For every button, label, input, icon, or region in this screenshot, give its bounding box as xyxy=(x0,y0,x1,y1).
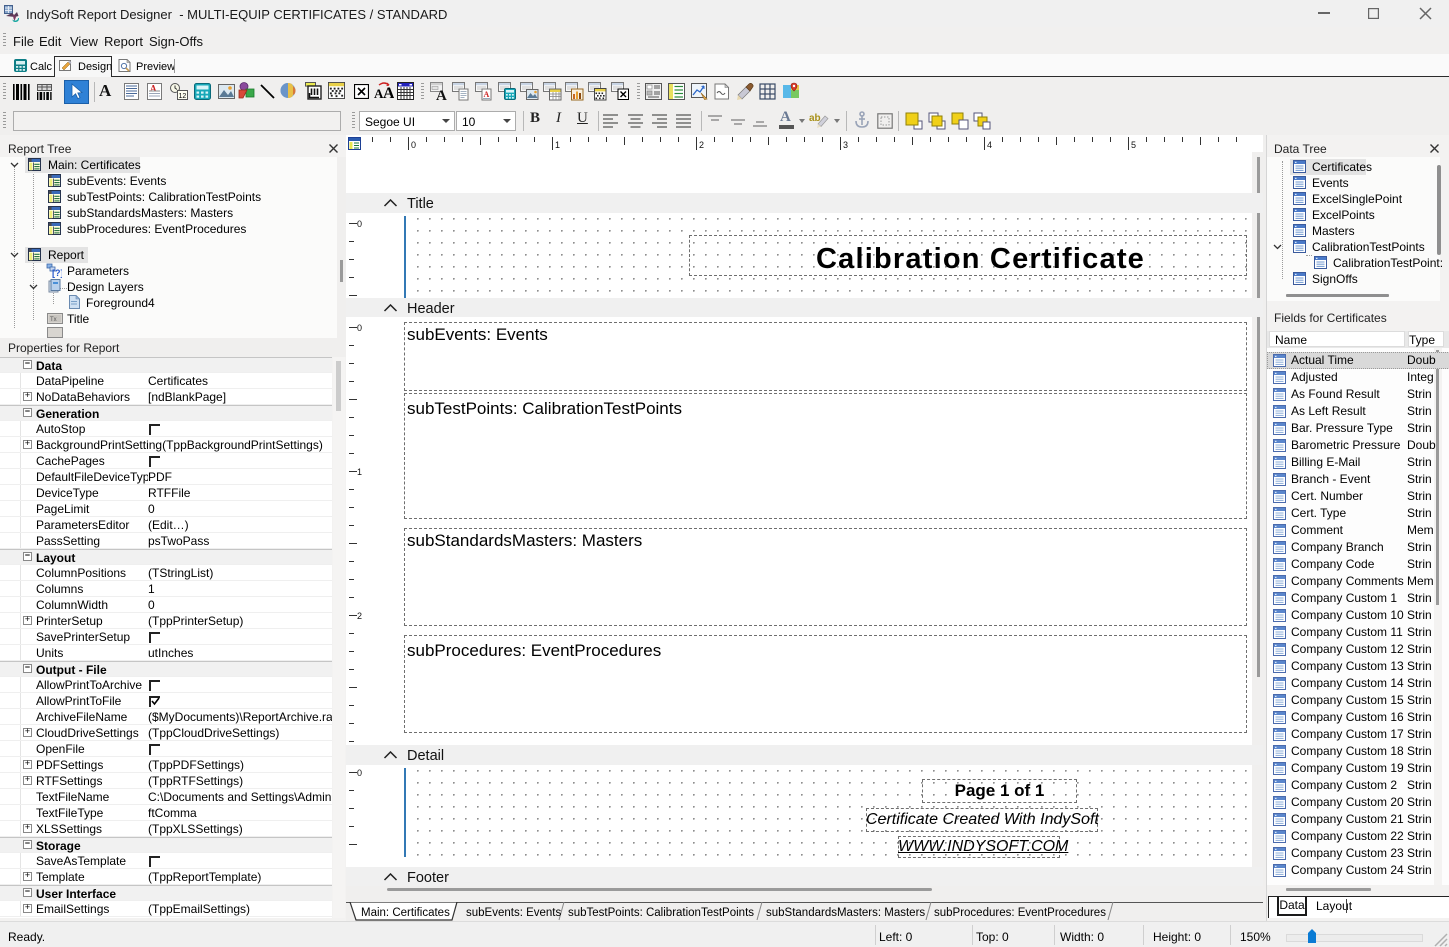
svg-text:subTestPoints: CalibrationTest: subTestPoints: CalibrationTestPoints xyxy=(568,907,754,919)
svg-text:12: 12 xyxy=(179,93,187,100)
svg-text:ab: ab xyxy=(809,113,821,124)
svg-text:[?]: [?] xyxy=(52,268,62,278)
svg-text:Main: Certificates: Main: Certificates xyxy=(361,907,450,919)
svg-text:subEvents: Events: subEvents: Events xyxy=(466,907,561,919)
svg-text:subStandardsMasters: Masters: subStandardsMasters: Masters xyxy=(766,907,925,919)
svg-text:A: A xyxy=(484,90,490,99)
svg-text:subProcedures: EventProcedures: subProcedures: EventProcedures xyxy=(934,907,1106,919)
svg-text:Tx: Tx xyxy=(50,317,57,323)
svg-text:A: A xyxy=(436,88,447,101)
svg-text:A: A xyxy=(150,84,157,94)
svg-text:A: A xyxy=(383,85,394,100)
